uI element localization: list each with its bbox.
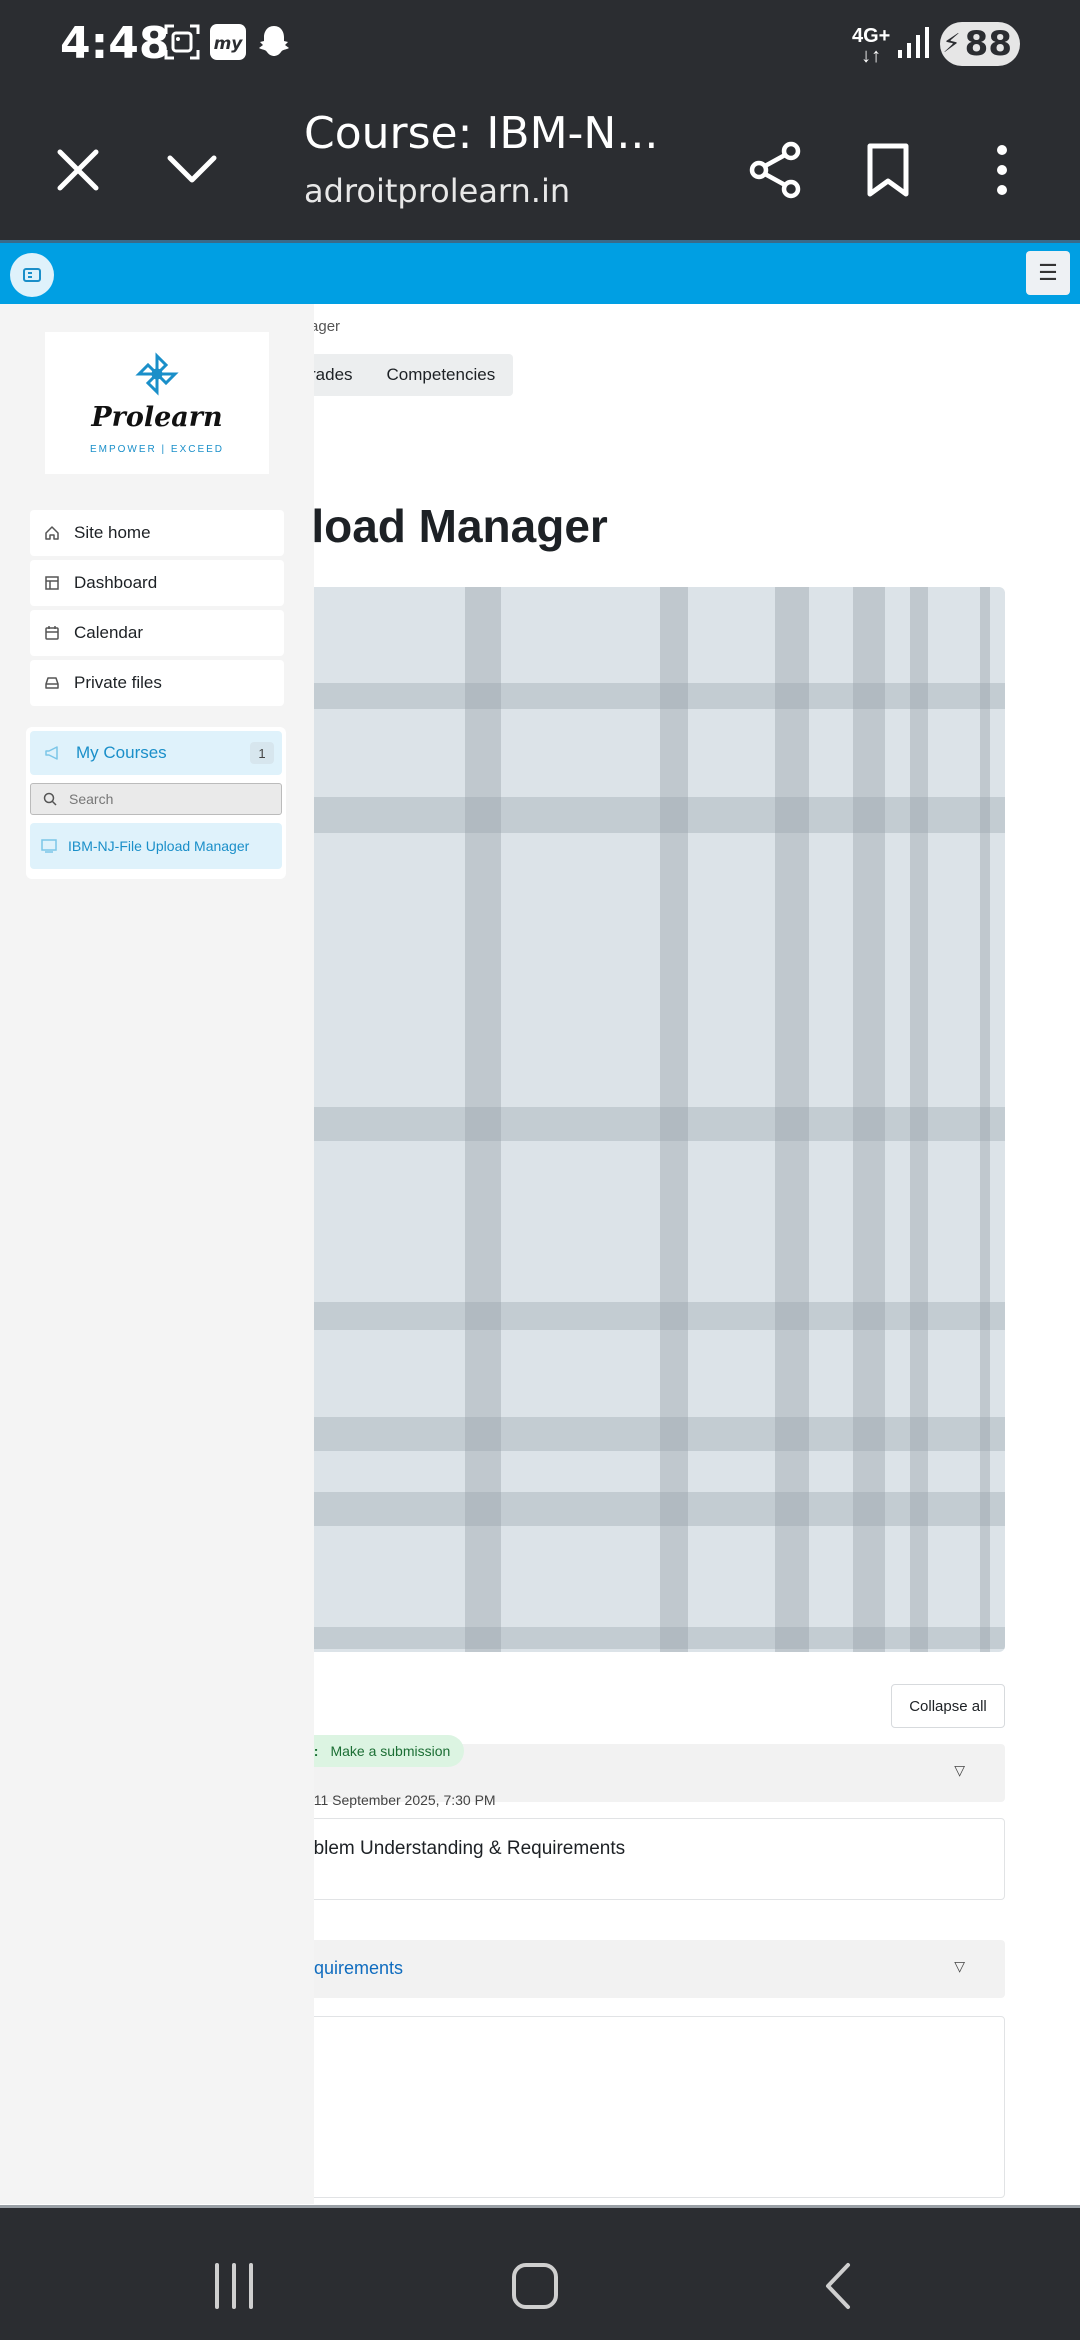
nav-label: Site home (74, 523, 151, 542)
signal-icon (896, 24, 936, 64)
collapse-chevron-icon: ▽ (954, 1958, 965, 1974)
battery-charging-icon: ⚡ (942, 29, 961, 59)
network-type: 4G+ ↓↑ (852, 25, 891, 67)
my-courses-block: My Courses 1 Search IBM-NJ-File Upload M… (26, 727, 286, 879)
minimize-button[interactable] (152, 130, 232, 210)
course-drawer: Prolearn EMPOWER | EXCEED Site home Dash… (0, 304, 314, 2204)
tab-competencies[interactable]: Competencies (387, 365, 496, 385)
nav-label: Private files (74, 673, 162, 692)
my-courses-label: My Courses (76, 743, 167, 762)
menu-button[interactable]: ☰ (1026, 251, 1070, 295)
home-nav-icon (512, 2263, 558, 2309)
calendar-icon (30, 625, 74, 641)
section-body-2 (250, 2016, 1005, 2198)
recent-apps-button[interactable] (204, 2256, 264, 2316)
page-url[interactable]: adroitprolearn.in (304, 172, 570, 210)
nav-calendar[interactable]: Calendar (30, 610, 284, 656)
back-button[interactable] (808, 2256, 868, 2316)
logo-text: Prolearn (91, 402, 223, 433)
course-icon (30, 839, 68, 853)
my-courses-header[interactable]: My Courses 1 (30, 731, 282, 775)
battery-indicator: ⚡ 88 (940, 22, 1020, 66)
badge-text: Make a submission (330, 1743, 451, 1759)
bookmark-icon (867, 143, 909, 197)
site-header: ☰ (0, 240, 1080, 304)
status-badge: e: Make a submission (290, 1735, 465, 1767)
course-item-ibm-nj[interactable]: IBM-NJ-File Upload Manager (30, 823, 282, 869)
site-logo[interactable]: Prolearn EMPOWER | EXCEED (45, 332, 269, 474)
collapse-all-button[interactable]: Collapse all (891, 1684, 1005, 1728)
course-count-badge: 1 (250, 742, 274, 764)
status-bar: 4:48 my 4G+ ↓↑ ⚡ 88 (0, 0, 1080, 90)
recent-apps-icon (215, 2263, 253, 2309)
tab-grades[interactable]: rades (310, 365, 353, 385)
chevron-down-icon (167, 155, 217, 183)
drawer-toggle-button[interactable] (10, 253, 54, 297)
nav-label: Calendar (74, 623, 143, 642)
course-link-label: IBM-NJ-File Upload Manager (68, 838, 250, 854)
search-icon (31, 792, 69, 806)
page-title: Course: IBM-N... (304, 108, 659, 159)
close-tab-button[interactable] (38, 130, 118, 210)
share-icon (749, 141, 801, 199)
nav-private-files[interactable]: Private files (30, 660, 284, 706)
my-app-icon: my (208, 22, 248, 62)
bookmark-button[interactable] (848, 130, 928, 210)
logo-mark-icon (135, 352, 179, 396)
android-nav-bar (0, 2205, 1080, 2340)
course-search-input[interactable]: Search (30, 783, 282, 815)
svg-text:my: my (214, 34, 244, 54)
section-title[interactable]: equirements (304, 1958, 403, 1979)
section-header-2[interactable]: equirements ▽ (250, 1940, 1005, 1998)
back-icon (826, 2263, 850, 2309)
nav-dashboard[interactable]: Dashboard (30, 560, 284, 606)
share-button[interactable] (736, 130, 816, 210)
home-button[interactable] (505, 2256, 565, 2316)
dashboard-icon (30, 575, 74, 591)
status-time: 4:48 (60, 18, 170, 69)
close-icon (57, 149, 99, 191)
sidebar-icon (23, 268, 41, 282)
due-date: y, 11 September 2025, 7:30 PM (300, 1792, 496, 1808)
browser-toolbar: Course: IBM-N... adroitprolearn.in (0, 90, 1080, 240)
collapse-chevron-icon: ▽ (954, 1762, 965, 1778)
logo-tagline: EMPOWER | EXCEED (89, 444, 225, 455)
more-options-button[interactable] (962, 130, 1042, 210)
megaphone-icon (30, 745, 76, 761)
snapchat-icon (254, 22, 294, 62)
nav-label: Dashboard (74, 573, 158, 592)
home-icon (30, 525, 74, 541)
nav-site-home[interactable]: Site home (30, 510, 284, 556)
battery-level: 88 (964, 24, 1012, 64)
search-placeholder: Search (69, 791, 114, 807)
activity-link[interactable]: oblem Understanding & Requirements (303, 1838, 625, 1860)
course-image (250, 587, 1005, 1652)
more-vert-icon (997, 145, 1007, 195)
files-icon (30, 675, 74, 691)
screenshot-icon (162, 22, 202, 62)
hamburger-icon: ☰ (1038, 260, 1058, 285)
